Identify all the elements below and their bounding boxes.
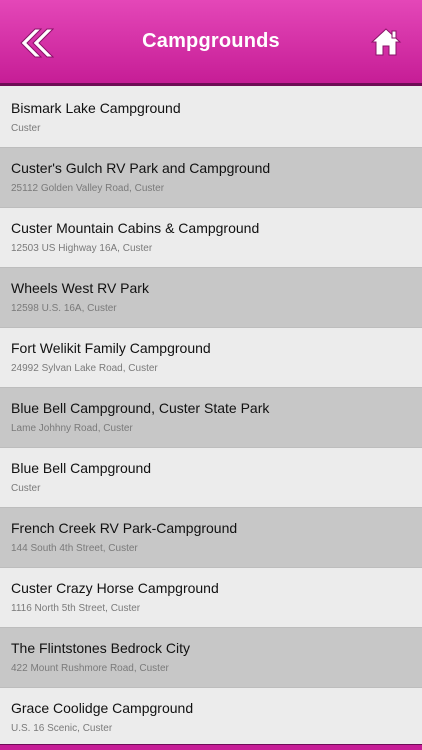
item-title: Blue Bell Campground, Custer State Park <box>11 400 270 416</box>
item-subtitle: Custer <box>11 483 41 494</box>
list-item[interactable]: Bismark Lake Campground Custer <box>0 88 422 148</box>
home-icon <box>370 28 402 56</box>
item-subtitle: 12503 US Highway 16A, Custer <box>11 243 153 254</box>
navigation-bar: Campgrounds <box>0 0 422 86</box>
item-title: Custer Crazy Horse Campground <box>11 580 219 596</box>
item-subtitle: 144 South 4th Street, Custer <box>11 543 138 554</box>
item-title: Fort Welikit Family Campground <box>11 340 211 356</box>
campground-list: Bismark Lake Campground Custer Custer's … <box>0 88 422 744</box>
item-subtitle: 422 Mount Rushmore Road, Custer <box>11 663 169 674</box>
list-item[interactable]: Wheels West RV Park 12598 U.S. 16A, Cust… <box>0 268 422 328</box>
item-subtitle: Custer <box>11 123 41 134</box>
item-title: Bismark Lake Campground <box>11 100 181 116</box>
item-title: Wheels West RV Park <box>11 280 149 296</box>
list-item[interactable]: Blue Bell Campground, Custer State Park … <box>0 388 422 448</box>
home-button[interactable] <box>370 26 402 58</box>
item-subtitle: 1116 North 5th Street, Custer <box>11 603 141 614</box>
item-subtitle: 12598 U.S. 16A, Custer <box>11 303 117 314</box>
list-item[interactable]: Custer Crazy Horse Campground 1116 North… <box>0 568 422 628</box>
list-item[interactable]: Fort Welikit Family Campground 24992 Syl… <box>0 328 422 388</box>
item-subtitle: Lame Johhny Road, Custer <box>11 423 133 434</box>
list-item[interactable]: Custer Mountain Cabins & Campground 1250… <box>0 208 422 268</box>
item-title: Custer's Gulch RV Park and Campground <box>11 160 271 176</box>
list-item[interactable]: Grace Coolidge Campground U.S. 16 Scenic… <box>0 688 422 744</box>
item-title: Grace Coolidge Campground <box>11 700 194 716</box>
page-title: Campgrounds <box>142 30 280 52</box>
bottom-bar <box>0 744 422 750</box>
item-title: Blue Bell Campground <box>11 460 152 476</box>
list-item[interactable]: French Creek RV Park-Campground 144 Sout… <box>0 508 422 568</box>
list-item[interactable]: Custer's Gulch RV Park and Campground 25… <box>0 148 422 208</box>
item-subtitle: 25112 Golden Valley Road, Custer <box>11 183 165 194</box>
item-title: Custer Mountain Cabins & Campground <box>11 220 260 236</box>
item-title: French Creek RV Park-Campground <box>11 520 238 536</box>
item-title: The Flintstones Bedrock City <box>11 640 190 656</box>
list-item[interactable]: Blue Bell Campground Custer <box>0 448 422 508</box>
item-subtitle: 24992 Sylvan Lake Road, Custer <box>11 363 158 374</box>
item-subtitle: U.S. 16 Scenic, Custer <box>11 723 113 734</box>
list-item[interactable]: The Flintstones Bedrock City 422 Mount R… <box>0 628 422 688</box>
app-screen: Campgrounds Bismark Lake Campground Cust… <box>0 0 422 750</box>
